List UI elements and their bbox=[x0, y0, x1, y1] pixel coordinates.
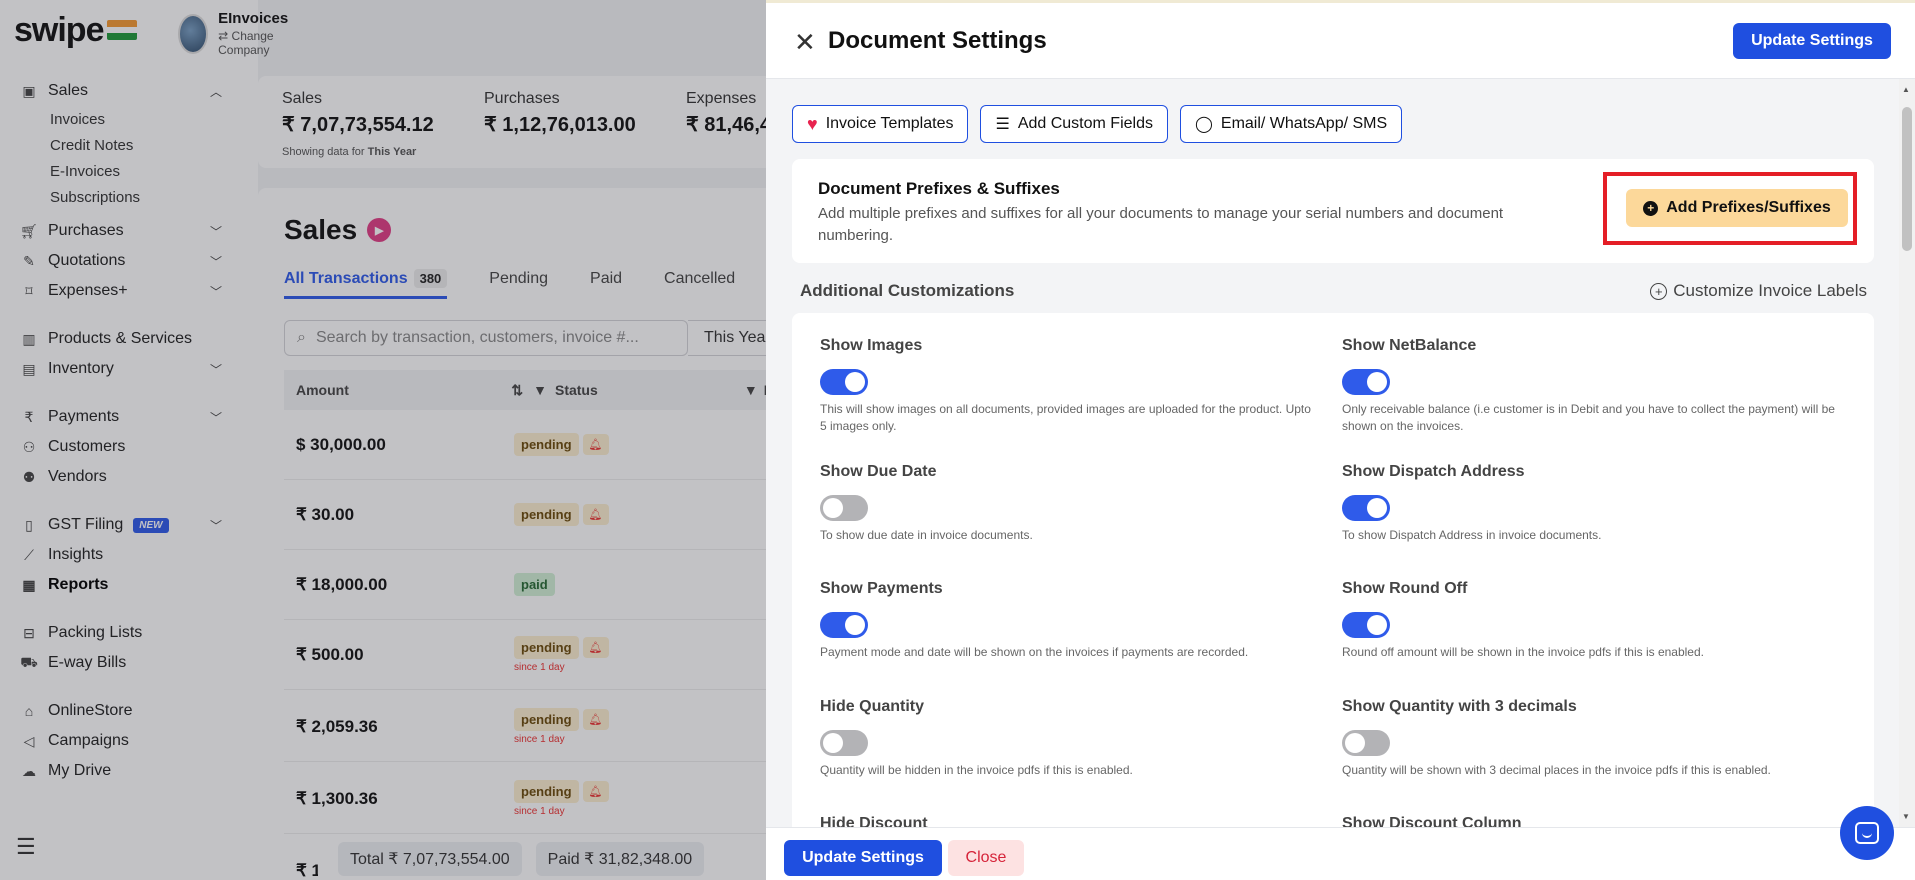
drawer-header: ✕ Document Settings Update Settings bbox=[766, 3, 1915, 79]
prefix-description: Add multiple prefixes and suffixes for a… bbox=[818, 205, 1504, 244]
update-settings-button[interactable]: Update Settings bbox=[1733, 23, 1891, 59]
overlay-backdrop[interactable] bbox=[0, 0, 766, 880]
drawer-footer: Update Settings Close bbox=[766, 827, 1915, 880]
option-show-payments: Show Payments Payment mode and date will… bbox=[820, 580, 1249, 659]
scroll-up-icon[interactable]: ▲ bbox=[1902, 85, 1910, 94]
toggle-switch[interactable] bbox=[1342, 495, 1390, 521]
option-show-round-off: Show Round Off Round off amount will be … bbox=[1342, 580, 1704, 659]
toggle-switch[interactable] bbox=[820, 612, 868, 638]
drawer-title: Document Settings bbox=[828, 27, 1047, 54]
chat-bubble-icon: ◯ bbox=[1194, 116, 1213, 133]
highlight-box bbox=[1603, 172, 1857, 245]
scroll-down-icon[interactable]: ▼ bbox=[1902, 812, 1910, 821]
close-button[interactable]: Close bbox=[948, 840, 1024, 876]
add-custom-fields-button[interactable]: ☰ Add Custom Fields bbox=[980, 105, 1168, 143]
option-hide-quantity: Hide Quantity Quantity will be hidden in… bbox=[820, 698, 1133, 777]
option-show-images: Show Images This will show images on all… bbox=[820, 337, 1311, 433]
settings-shortcuts: ♥ Invoice Templates ☰ Add Custom Fields ◯ E… bbox=[792, 105, 1403, 143]
update-settings-button-footer[interactable]: Update Settings bbox=[784, 840, 942, 876]
option-hide-discount: Hide Discount bbox=[820, 815, 928, 827]
additional-customizations-heading: Additional Customizations bbox=[800, 281, 1015, 300]
toggle-switch[interactable] bbox=[1342, 730, 1390, 756]
close-icon[interactable]: ✕ bbox=[794, 27, 816, 58]
heart-icon: ♥ bbox=[807, 113, 818, 134]
support-chat-icon[interactable] bbox=[1840, 806, 1894, 860]
invoice-templates-button[interactable]: ♥ Invoice Templates bbox=[792, 105, 969, 143]
option-show-discount-column: Show Discount Column bbox=[1342, 815, 1522, 827]
drawer-scrollbar[interactable]: ▲ ▼ bbox=[1899, 79, 1915, 827]
plus-circle-icon: + bbox=[1650, 282, 1668, 300]
document-settings-drawer: ✕ Document Settings Update Settings ♥ Inv… bbox=[766, 0, 1915, 880]
prefix-title: Document Prefixes & Suffixes bbox=[818, 179, 1060, 198]
option-quantity-3-decimals: Show Quantity with 3 decimals Quantity w… bbox=[1342, 698, 1771, 777]
toggle-switch[interactable] bbox=[820, 369, 868, 395]
option-show-netbalance: Show NetBalance Only receivable balance … bbox=[1342, 337, 1835, 433]
sliders-icon: ☰ bbox=[995, 116, 1010, 133]
toggle-switch[interactable] bbox=[1342, 369, 1390, 395]
scrollbar-thumb[interactable] bbox=[1902, 107, 1912, 251]
customize-invoice-labels-link[interactable]: + Customize Invoice Labels bbox=[1650, 281, 1867, 301]
options-card: Show Images This will show images on all… bbox=[792, 313, 1874, 827]
toggle-switch[interactable] bbox=[820, 730, 868, 756]
toggle-switch[interactable] bbox=[1342, 612, 1390, 638]
option-show-dispatch-address: Show Dispatch Address To show Dispatch A… bbox=[1342, 463, 1602, 542]
toggle-switch[interactable] bbox=[820, 495, 868, 521]
option-show-due-date: Show Due Date To show due date in invoic… bbox=[820, 463, 1033, 542]
email-whatsapp-sms-button[interactable]: ◯ Email/ WhatsApp/ SMS bbox=[1179, 105, 1403, 143]
